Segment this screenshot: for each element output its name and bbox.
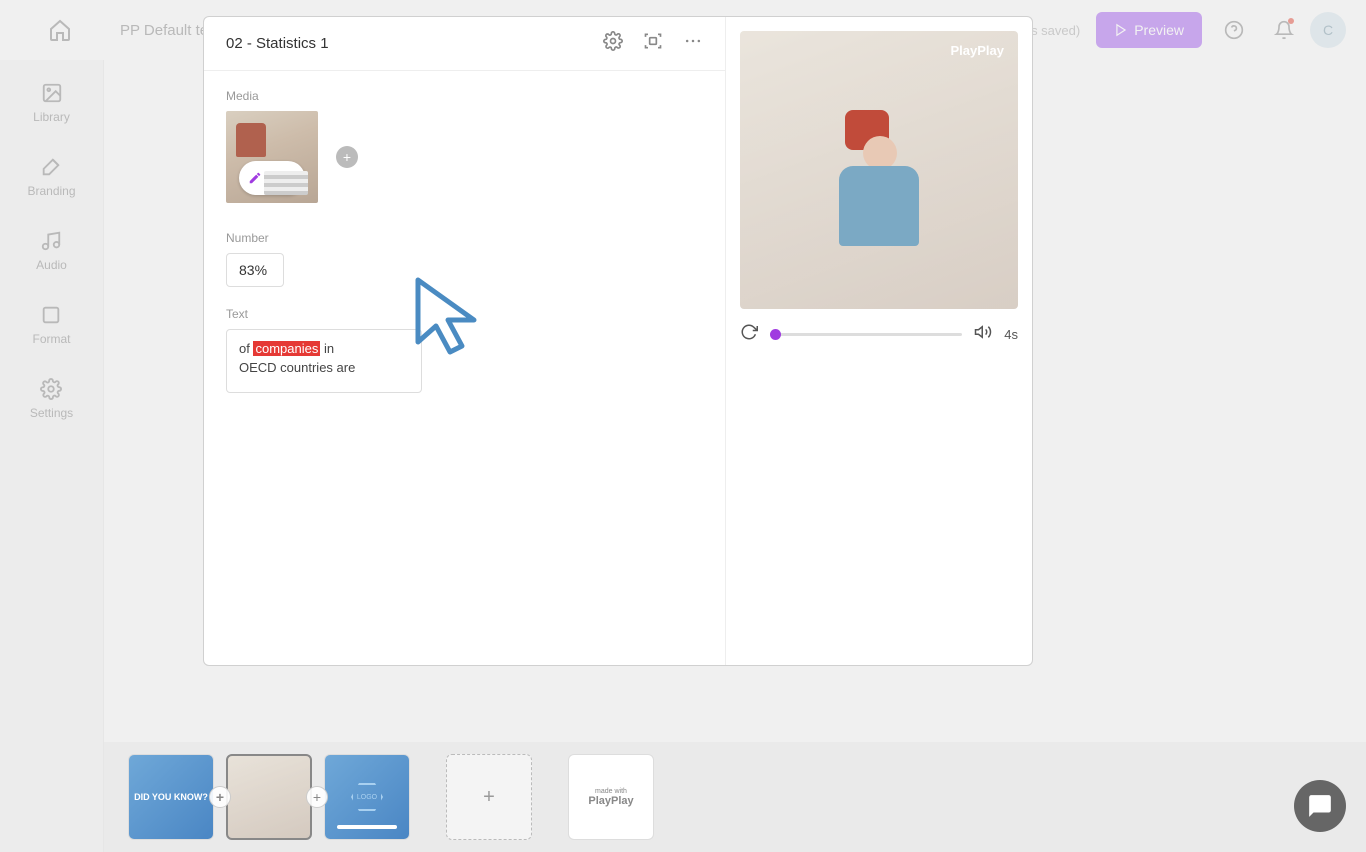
help-icon[interactable] <box>1216 12 1252 48</box>
avatar[interactable]: C <box>1310 12 1346 48</box>
timeline-slide-2[interactable]: + <box>226 754 312 840</box>
timeline: DID YOU KNOW? + + LOGO + made with PlayP… <box>104 742 1366 852</box>
media-label: Media <box>226 89 703 103</box>
cursor-illustration <box>412 274 490 363</box>
replay-icon <box>740 323 758 341</box>
timeline-outro-slide[interactable]: made with PlayPlay <box>568 754 654 840</box>
play-icon <box>1114 23 1128 37</box>
preview-logo: PlayPlay <box>951 43 1005 58</box>
sidebar-label-audio: Audio <box>36 258 67 272</box>
editor-panel: 02 - Statistics 1 Media <box>203 16 1033 666</box>
timeline-slide-3[interactable]: LOGO <box>324 754 410 840</box>
text-highlight: companies <box>253 341 320 356</box>
sidebar-label-settings: Settings <box>30 406 73 420</box>
timeline-add-slide[interactable]: + <box>446 754 532 840</box>
panel-scan-icon[interactable] <box>643 31 663 56</box>
panel-gear-icon[interactable] <box>603 31 623 56</box>
number-label: Number <box>226 231 703 245</box>
trash-icon <box>282 171 296 185</box>
preview-button[interactable]: Preview <box>1096 12 1202 48</box>
pencil-icon <box>248 171 262 185</box>
sidebar-item-library[interactable]: Library <box>33 82 70 124</box>
volume-button[interactable] <box>974 323 992 346</box>
add-media-button[interactable]: + <box>336 146 358 168</box>
volume-icon <box>974 323 992 341</box>
notification-dot <box>1288 18 1294 24</box>
delete-media-button[interactable] <box>273 171 306 185</box>
duration-label: 4s <box>1004 327 1018 342</box>
panel-more-icon[interactable] <box>683 31 703 56</box>
sidebar-item-audio[interactable]: Audio <box>36 230 67 272</box>
text-input[interactable]: of companies in OECD countries are <box>226 329 422 393</box>
sidebar-label-library: Library <box>33 110 70 124</box>
sidebar-item-format[interactable]: Format <box>32 304 70 346</box>
gear-icon <box>40 378 62 400</box>
replay-button[interactable] <box>740 323 758 346</box>
branding-icon <box>40 156 62 178</box>
number-input[interactable]: 83% <box>226 253 284 287</box>
timeline-slide-1[interactable]: DID YOU KNOW? + <box>128 754 214 840</box>
home-icon[interactable] <box>48 18 72 42</box>
library-icon <box>41 82 63 104</box>
media-thumbnail[interactable] <box>226 111 318 203</box>
progress-track[interactable] <box>770 333 962 336</box>
sidebar-label-format: Format <box>32 332 70 346</box>
chat-fab[interactable] <box>1294 780 1346 832</box>
edit-media-button[interactable] <box>239 171 273 185</box>
format-icon <box>40 304 62 326</box>
sidebar-item-settings[interactable]: Settings <box>30 378 73 420</box>
chat-icon <box>1307 793 1333 819</box>
insert-after-1[interactable]: + <box>209 786 231 808</box>
preview-image: PlayPlay <box>740 31 1018 309</box>
preview-button-label: Preview <box>1134 22 1184 38</box>
sidebar-label-branding: Branding <box>27 184 75 198</box>
audio-icon <box>40 230 62 252</box>
sidebar-item-branding[interactable]: Branding <box>27 156 75 198</box>
panel-title: 02 - Statistics 1 <box>226 35 329 52</box>
progress-thumb[interactable] <box>770 329 781 340</box>
notifications-icon[interactable] <box>1266 12 1302 48</box>
insert-after-2[interactable]: + <box>306 786 328 808</box>
avatar-initial: C <box>1323 22 1333 38</box>
